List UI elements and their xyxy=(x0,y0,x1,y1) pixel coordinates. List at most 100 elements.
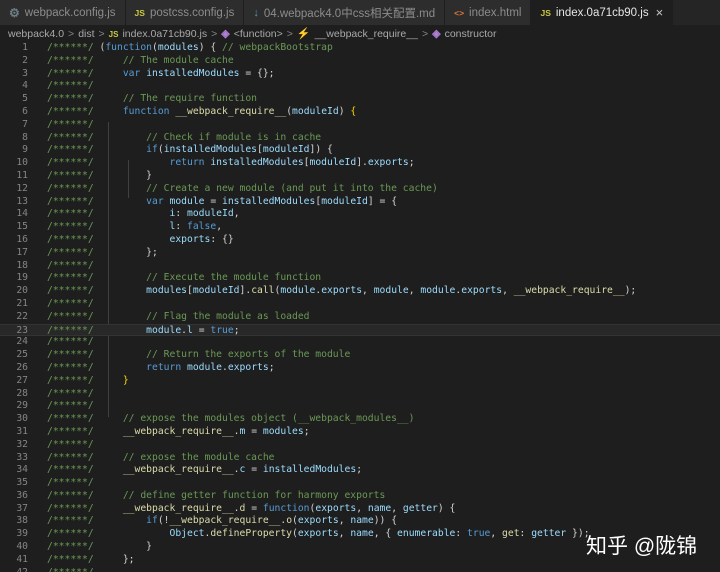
close-icon[interactable]: × xyxy=(656,5,664,20)
code-editor[interactable]: 1 /******/ (function(modules) { // webpac… xyxy=(0,42,720,572)
code-text: /******/ xyxy=(47,336,94,349)
breadcrumb-item[interactable]: ◈ constructor xyxy=(432,27,496,40)
code-token: /******/ xyxy=(47,93,100,105)
tab-0[interactable]: ⚙ webpack.config.js xyxy=(0,0,126,25)
code-line: 7 /******/ xyxy=(0,119,720,132)
line-number: 40 xyxy=(16,541,28,553)
code-token: /******/ xyxy=(47,118,94,130)
code-text: /******/ xyxy=(47,477,94,490)
code-line: 21 /******/ xyxy=(0,298,720,311)
code-token: function xyxy=(105,42,153,53)
code-text: /******/ xyxy=(47,119,94,132)
js-file-icon: JS xyxy=(108,29,119,39)
line-number: 12 xyxy=(16,182,28,194)
code-token: // define getter function for harmony ex… xyxy=(122,489,386,501)
code-token: ; xyxy=(303,425,310,437)
code-token: __webpack_require__ xyxy=(122,425,234,437)
code-token: moduleId xyxy=(309,157,357,169)
code-line: 14 /******/ i: moduleId, xyxy=(0,208,720,221)
breadcrumb-item[interactable]: webpack4.0 xyxy=(8,28,64,40)
line-number: 17 xyxy=(16,246,28,258)
code-token: /******/ xyxy=(47,285,100,297)
editor-tab-bar: ⚙ webpack.config.js JS postcss.config.js ↓ 04… xyxy=(0,0,720,25)
chevron-right-icon: > xyxy=(98,27,105,40)
line-number: 22 xyxy=(16,310,28,322)
code-token: ]. xyxy=(356,157,368,169)
tab-label: 04.webpack4.0中css相关配置.md xyxy=(263,7,436,20)
code-token: exports xyxy=(297,528,339,540)
code-token: getter xyxy=(402,502,438,514)
code-token: return xyxy=(169,157,205,169)
code-text: /******/ // expose the module cache xyxy=(47,452,275,465)
code-token: module xyxy=(187,361,223,373)
code-text: /******/ // Check if module is in cache xyxy=(47,132,321,145)
code-token: = xyxy=(245,464,263,476)
code-line: 36 /******/ // define getter function for… xyxy=(0,490,720,503)
line-number: 31 xyxy=(16,425,28,437)
code-text: /******/ // expose the modules object (_… xyxy=(47,413,414,426)
code-line: 4 /******/ xyxy=(0,80,720,93)
code-line: 23/******/ module.l = true; xyxy=(0,323,720,337)
code-token: // The module cache xyxy=(122,54,234,66)
code-line: 32 /******/ xyxy=(0,439,720,452)
code-token: Object xyxy=(169,528,205,540)
code-token: modules xyxy=(146,285,187,297)
line-number: 36 xyxy=(16,489,28,501)
code-token: = xyxy=(192,324,211,336)
code-line: 5 /******/ // The require function xyxy=(0,93,720,106)
code-line: 38 /******/ if(!__webpack_require__.o(exp… xyxy=(0,515,720,528)
code-text: /******/ // The require function xyxy=(47,93,257,106)
code-token: /******/ xyxy=(47,195,100,207)
code-token: ; xyxy=(268,361,275,373)
code-token: ; xyxy=(408,157,415,169)
code-line: 17 /******/ }; xyxy=(0,247,720,260)
variable-icon: ⚡ xyxy=(296,28,311,40)
code-token: /******/ xyxy=(47,259,94,271)
code-token: /******/ xyxy=(47,464,100,476)
breadcrumb-label: index.0a71cb90.js xyxy=(122,27,208,40)
tab-4[interactable]: JS index.0a71cb90.js × xyxy=(531,0,674,25)
code-token: ) { xyxy=(198,42,223,53)
code-line: 2 /******/ // The module cache xyxy=(0,55,720,68)
cube-icon: ◈ xyxy=(432,28,441,40)
code-token: , xyxy=(408,285,421,297)
code-token: (! xyxy=(157,515,170,527)
tab-1[interactable]: JS postcss.config.js xyxy=(125,0,245,25)
tab-2[interactable]: ↓ 04.webpack4.0中css相关配置.md xyxy=(244,0,446,25)
code-token: modules xyxy=(262,425,304,437)
line-number: 6 xyxy=(22,105,28,117)
code-line: 19 /******/ // Execute the module functio… xyxy=(0,272,720,285)
breadcrumb-item[interactable]: ⚡ __webpack_require__ xyxy=(297,27,418,40)
code-token: /******/ xyxy=(47,131,100,143)
code-token: , xyxy=(338,515,351,527)
js-file-icon: JS xyxy=(540,7,551,18)
cube-icon: ◈ xyxy=(221,28,230,40)
code-text: /******/ xyxy=(47,388,94,401)
chevron-right-icon: > xyxy=(211,27,218,40)
code-token: /******/ xyxy=(47,144,100,156)
tab-3[interactable]: <> index.html xyxy=(445,0,532,25)
code-text: /******/ // Return the exports of the mo… xyxy=(47,349,350,362)
code-line: 29 /******/ xyxy=(0,400,720,413)
code-token: , xyxy=(391,502,403,514)
breadcrumb-item[interactable]: dist xyxy=(78,28,94,40)
code-token: /******/ xyxy=(47,310,100,322)
code-token: // expose the module cache xyxy=(122,451,275,463)
code-token: /******/ xyxy=(47,438,94,450)
breadcrumb-item[interactable]: ◈ <function> xyxy=(221,27,283,40)
breadcrumb-item[interactable]: JS index.0a71cb90.js xyxy=(109,28,207,40)
code-text: /******/ (function(modules) { // webpack… xyxy=(47,42,333,55)
code-line: 1 /******/ (function(modules) { // webpac… xyxy=(0,42,720,55)
code-token: module xyxy=(146,324,182,336)
line-number: 37 xyxy=(16,502,28,514)
breadcrumb-label: __webpack_require__ xyxy=(314,28,418,40)
